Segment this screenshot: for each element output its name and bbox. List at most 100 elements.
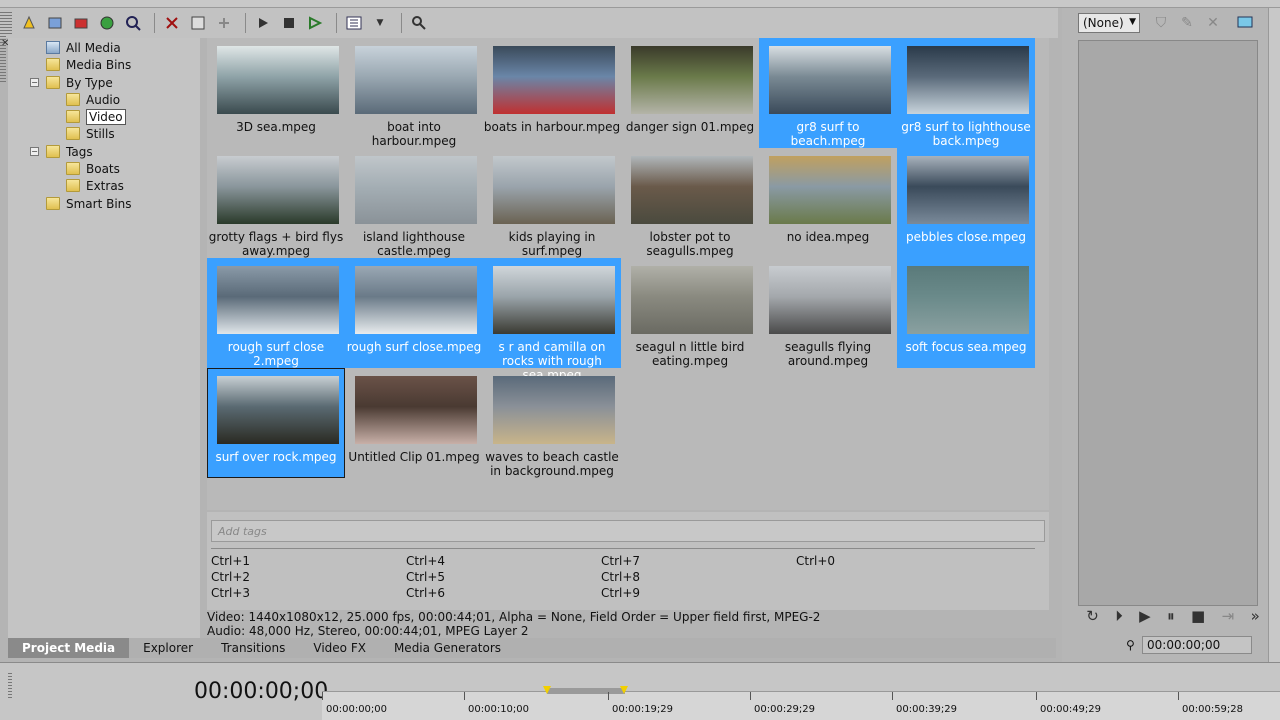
toolbar-grip[interactable] <box>6 12 12 34</box>
loop-icon[interactable]: ↻ <box>1086 607 1099 625</box>
media-clip[interactable]: seagul n little bird eating.mpeg <box>621 258 759 368</box>
tab-transitions[interactable]: Transitions <box>207 638 299 658</box>
collapse-icon[interactable]: − <box>30 147 39 156</box>
get-media-icon[interactable] <box>70 12 92 34</box>
hotkey-label[interactable]: Ctrl+5 <box>406 570 445 584</box>
ruler-tick-label: 00:00:59;28 <box>1182 704 1244 715</box>
media-clip[interactable]: pebbles close.mpeg <box>897 148 1035 258</box>
more-icon[interactable]: » <box>1251 607 1260 625</box>
media-clip[interactable]: gr8 surf to lighthouse back.mpeg <box>897 38 1035 148</box>
hotkey-label[interactable]: Ctrl+7 <box>601 554 640 568</box>
media-clip[interactable]: lobster pot to seagulls.mpeg <box>621 148 759 258</box>
pause-icon[interactable]: ⏸ <box>1167 607 1175 625</box>
loop-end-marker[interactable] <box>620 686 628 694</box>
media-clip[interactable]: rough surf close 2.mpeg <box>207 258 345 368</box>
hotkey-label[interactable]: Ctrl+2 <box>211 570 250 584</box>
media-clip[interactable]: rough surf close.mpeg <box>345 258 483 368</box>
clip-thumbnail <box>493 266 615 334</box>
clip-label: lobster pot to seagulls.mpeg <box>646 230 734 258</box>
tab-explorer[interactable]: Explorer <box>129 638 207 658</box>
search-icon[interactable] <box>408 12 430 34</box>
play-icon[interactable] <box>252 12 274 34</box>
hotkey-label[interactable]: Ctrl+3 <box>211 586 250 600</box>
clip-thumbnail <box>907 266 1029 334</box>
ruler-tick-label: 00:00:49;29 <box>1040 704 1102 715</box>
tree-item-all-media[interactable]: All Media <box>46 39 121 56</box>
hotkey-label[interactable]: Ctrl+4 <box>406 554 445 568</box>
tree-item-audio[interactable]: Audio <box>66 91 120 108</box>
media-toolbar: ▼ <box>0 8 1058 38</box>
tab-video-fx[interactable]: Video FX <box>299 638 380 658</box>
ruler-tick-label: 00:00:29;29 <box>754 704 816 715</box>
tree-item-boats[interactable]: Boats <box>66 160 120 177</box>
clip-label: gr8 surf to beach.mpeg <box>790 120 866 148</box>
hotkey-label[interactable]: Ctrl+1 <box>211 554 250 568</box>
media-clip[interactable]: kids playing in surf.mpeg <box>483 148 621 258</box>
panel-grip[interactable] <box>8 673 12 699</box>
stop-icon[interactable]: ■ <box>1191 607 1205 625</box>
media-clip[interactable]: 3D sea.mpeg <box>207 38 345 148</box>
tree-item-media-bins[interactable]: Media Bins <box>46 56 131 73</box>
pin-icon[interactable]: ✎ <box>1176 12 1198 34</box>
media-clip[interactable]: gr8 surf to beach.mpeg <box>759 38 897 148</box>
media-clip[interactable]: soft focus sea.mpeg <box>897 258 1035 368</box>
ruler-tick <box>322 692 323 700</box>
media-clip[interactable]: island lighthouse castle.mpeg <box>345 148 483 258</box>
clip-thumbnail <box>217 46 339 114</box>
auto-preview-icon[interactable] <box>304 12 326 34</box>
media-clip[interactable]: surf over rock.mpeg <box>207 368 345 478</box>
tree-label: Boats <box>86 161 120 176</box>
hotkey-label[interactable]: Ctrl+6 <box>406 586 445 600</box>
add-to-timeline-icon[interactable]: ⇥ <box>1222 607 1235 625</box>
chevron-down-icon[interactable]: ▼ <box>369 12 391 34</box>
media-clip[interactable]: s r and camilla on rocks with rough sea.… <box>483 258 621 382</box>
clip-label: gr8 surf to lighthouse back.mpeg <box>901 120 1031 148</box>
monitor-icon[interactable] <box>1234 12 1256 34</box>
media-clip[interactable]: boats in harbour.mpeg <box>483 38 621 148</box>
tree-item-stills[interactable]: Stills <box>66 125 115 142</box>
tab-project-media[interactable]: Project Media <box>8 638 130 658</box>
import-icon[interactable] <box>18 12 40 34</box>
tree-item-extras[interactable]: Extras <box>66 177 124 194</box>
media-clip[interactable]: Untitled Clip 01.mpeg <box>345 368 483 478</box>
vertical-scrollbar[interactable] <box>1268 8 1280 662</box>
timeline-ruler[interactable]: 00:00:00;00 00:00:10;00 00:00:19;29 00:00:2… <box>322 686 1280 720</box>
media-fx-icon[interactable] <box>187 12 209 34</box>
tree-item-smart-bins[interactable]: Smart Bins <box>46 195 132 212</box>
play-from-start-icon[interactable]: ⏵ <box>1115 607 1123 625</box>
tab-media-generators[interactable]: Media Generators <box>380 638 515 658</box>
hotkey-label[interactable]: Ctrl+0 <box>796 554 835 568</box>
media-clip[interactable]: seagulls flying around.mpeg <box>759 258 897 368</box>
tree-item-video[interactable]: Video <box>66 108 126 125</box>
timeline-timecode[interactable]: 00:00:00;00 <box>194 679 328 704</box>
lock-icon[interactable]: ⛉ <box>1150 12 1172 34</box>
refresh-icon[interactable] <box>96 12 118 34</box>
folder-icon <box>66 179 80 192</box>
delete-icon[interactable] <box>161 12 183 34</box>
properties-icon[interactable] <box>122 12 144 34</box>
hotkey-label[interactable]: Ctrl+9 <box>601 586 640 600</box>
views-icon[interactable] <box>343 12 365 34</box>
trimmer-preview[interactable] <box>1078 40 1258 606</box>
stop-icon[interactable] <box>278 12 300 34</box>
trimmer-time: 00:00:00;00 <box>1142 636 1252 654</box>
media-clip[interactable]: waves to beach castle in background.mpeg <box>483 368 621 478</box>
clip-label: soft focus sea.mpeg <box>905 340 1027 354</box>
loop-region[interactable] <box>547 688 625 694</box>
ruler-tick <box>1178 692 1179 700</box>
hotkey-label[interactable]: Ctrl+8 <box>601 570 640 584</box>
preview-select[interactable]: (None) ▼ <box>1078 13 1140 33</box>
tree-item-by-type[interactable]: By Type <box>46 74 113 91</box>
media-clip[interactable]: danger sign 01.mpeg <box>621 38 759 148</box>
plugin-icon[interactable] <box>213 12 235 34</box>
capture-icon[interactable] <box>44 12 66 34</box>
media-clip[interactable]: boat into harbour.mpeg <box>345 38 483 148</box>
add-tags-input[interactable]: Add tags <box>211 520 1045 542</box>
play-icon[interactable]: ▶ <box>1139 607 1151 625</box>
tree-item-tags[interactable]: Tags <box>46 143 93 160</box>
media-clip[interactable]: no idea.mpeg <box>759 148 897 258</box>
clear-icon[interactable]: ✕ <box>1202 12 1224 34</box>
loop-start-marker[interactable] <box>543 686 551 694</box>
collapse-icon[interactable]: − <box>30 78 39 87</box>
media-clip[interactable]: grotty flags + bird flys away.mpeg <box>207 148 345 258</box>
